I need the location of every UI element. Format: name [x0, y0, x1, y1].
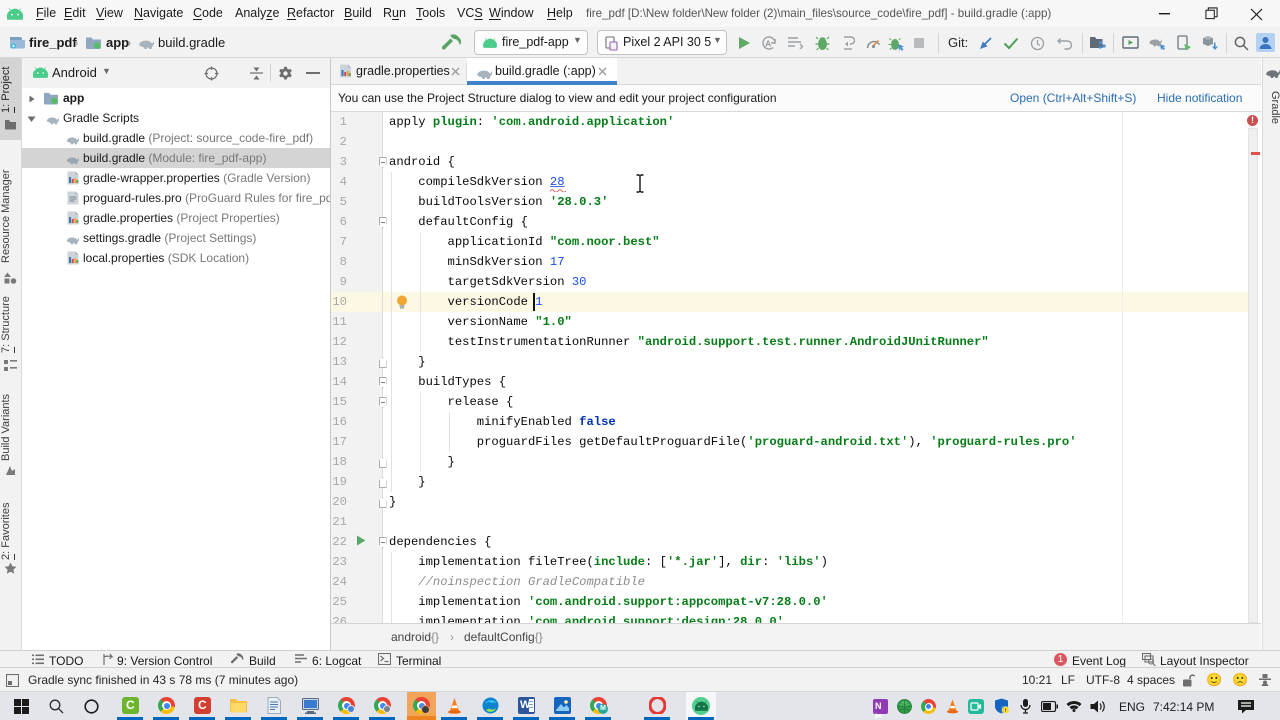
svg-text:A: A [766, 40, 772, 49]
